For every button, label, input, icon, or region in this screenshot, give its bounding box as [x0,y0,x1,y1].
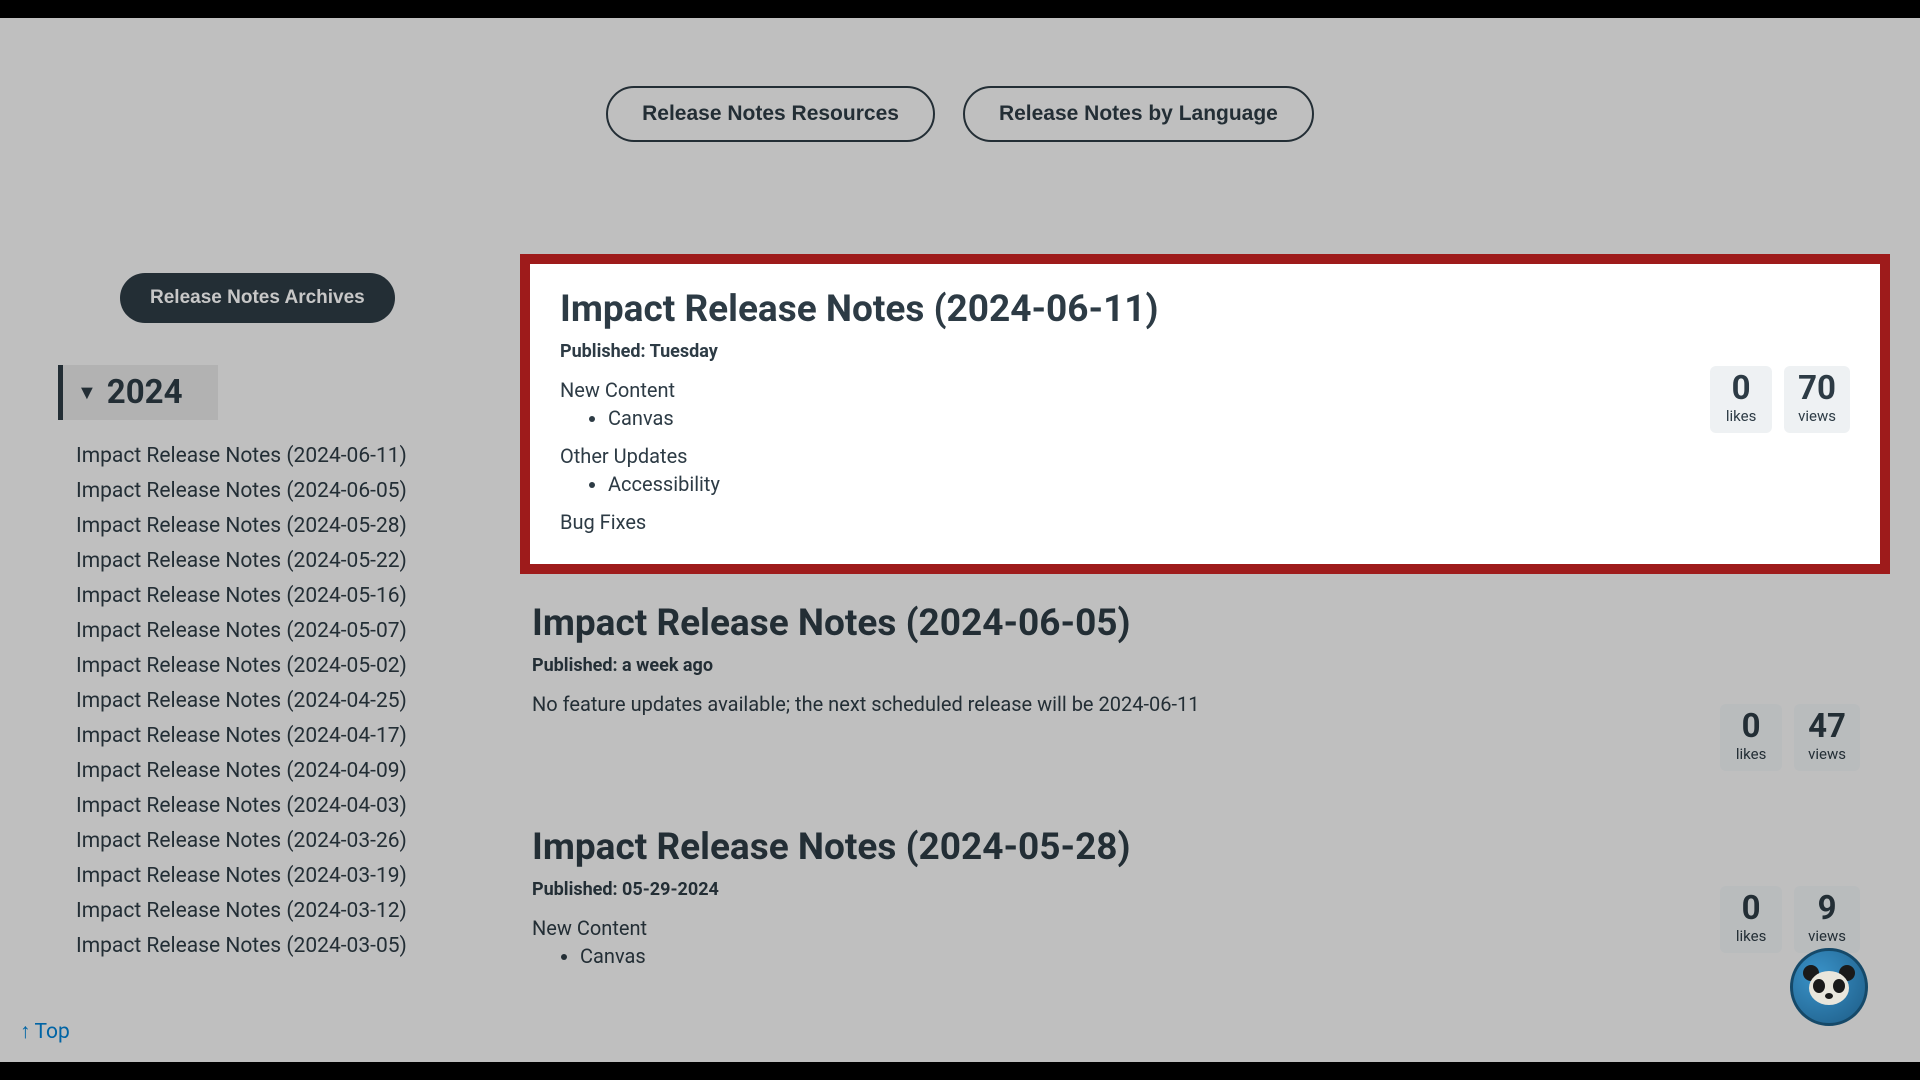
section-heading-new-content: New Content [560,378,1850,402]
back-to-top-link[interactable]: ↑Top [20,1020,70,1044]
likes-stat[interactable]: 0 likes [1720,886,1782,953]
other-updates-list: Accessibility [608,470,1850,498]
sidebar-item[interactable]: Impact Release Notes (2024-05-07) [76,619,478,643]
release-card: Impact Release Notes (2024-06-05) Publis… [520,602,1890,756]
sidebar-item[interactable]: Impact Release Notes (2024-04-17) [76,724,478,748]
views-count: 9 [1808,892,1846,925]
release-notes-resources-button[interactable]: Release Notes Resources [606,86,935,142]
new-content-list: Canvas [580,942,1860,970]
views-stat[interactable]: 70 views [1784,366,1850,433]
likes-label: likes [1724,407,1758,425]
panda-icon [1803,965,1855,1009]
sidebar-item[interactable]: Impact Release Notes (2024-05-02) [76,654,478,678]
release-published: Published: Tuesday [560,341,1850,362]
year-toggle-2024[interactable]: ▼ 2024 [58,365,218,420]
year-label: 2024 [107,373,183,412]
sidebar-item[interactable]: Impact Release Notes (2024-05-16) [76,584,478,608]
caret-down-icon: ▼ [77,380,97,405]
release-stats: 0 likes 9 views [1720,886,1860,953]
sidebar-item[interactable]: Impact Release Notes (2024-04-09) [76,759,478,783]
top-link-label: Top [35,1020,70,1044]
views-stat[interactable]: 9 views [1794,886,1860,953]
likes-label: likes [1734,745,1768,763]
release-stats: 0 likes 47 views [1720,704,1860,771]
release-published: Published: a week ago [532,655,1860,676]
sidebar-item[interactable]: Impact Release Notes (2024-04-25) [76,689,478,713]
release-list-main: Impact Release Notes (2024-06-11) Publis… [520,254,1890,1038]
views-label: views [1808,745,1846,763]
views-label: views [1808,927,1846,945]
release-notes-by-language-button[interactable]: Release Notes by Language [963,86,1314,142]
sidebar-item[interactable]: Impact Release Notes (2024-06-05) [76,479,478,503]
section-heading-new-content: New Content [532,916,1860,940]
section-heading-bug-fixes: Bug Fixes [560,510,1850,534]
release-title[interactable]: Impact Release Notes (2024-06-11) [560,288,1850,331]
views-label: views [1798,407,1836,425]
section-heading-other-updates: Other Updates [560,444,1850,468]
sidebar-item[interactable]: Impact Release Notes (2024-05-22) [76,549,478,573]
sidebar-item[interactable]: Impact Release Notes (2024-03-05) [76,934,478,958]
list-item: Canvas [608,404,1850,432]
likes-count: 0 [1734,710,1768,743]
sidebar-item[interactable]: Impact Release Notes (2024-03-19) [76,864,478,888]
sidebar-item[interactable]: Impact Release Notes (2024-06-11) [76,444,478,468]
list-item: Canvas [580,942,1860,970]
chat-widget-button[interactable] [1790,948,1868,1026]
release-body: No feature updates available; the next s… [532,692,1860,716]
sidebar-item[interactable]: Impact Release Notes (2024-03-26) [76,829,478,853]
sidebar: Release Notes Archives ▼ 2024 Impact Rel… [58,273,478,969]
arrow-up-icon: ↑ [20,1020,31,1044]
release-title[interactable]: Impact Release Notes (2024-05-28) [532,826,1860,869]
new-content-list: Canvas [608,404,1850,432]
release-notes-archives-button[interactable]: Release Notes Archives [120,273,395,323]
list-item: Accessibility [608,470,1850,498]
sidebar-item[interactable]: Impact Release Notes (2024-03-12) [76,899,478,923]
release-stats: 0 likes 70 views [1710,366,1850,433]
likes-stat[interactable]: 0 likes [1710,366,1772,433]
page-content: Release Notes Resources Release Notes by… [0,18,1920,1062]
sidebar-item[interactable]: Impact Release Notes (2024-05-28) [76,514,478,538]
likes-count: 0 [1724,372,1758,405]
views-count: 47 [1808,710,1846,743]
release-published: Published: 05-29-2024 [532,879,1860,900]
views-stat[interactable]: 47 views [1794,704,1860,771]
top-button-row: Release Notes Resources Release Notes by… [0,18,1920,192]
release-title[interactable]: Impact Release Notes (2024-06-05) [532,602,1860,645]
release-card: Impact Release Notes (2024-05-28) Publis… [520,826,1890,1010]
likes-stat[interactable]: 0 likes [1720,704,1782,771]
likes-count: 0 [1734,892,1768,925]
sidebar-item[interactable]: Impact Release Notes (2024-04-03) [76,794,478,818]
views-count: 70 [1798,372,1836,405]
likes-label: likes [1734,927,1768,945]
release-card-highlighted: Impact Release Notes (2024-06-11) Publis… [520,254,1890,574]
